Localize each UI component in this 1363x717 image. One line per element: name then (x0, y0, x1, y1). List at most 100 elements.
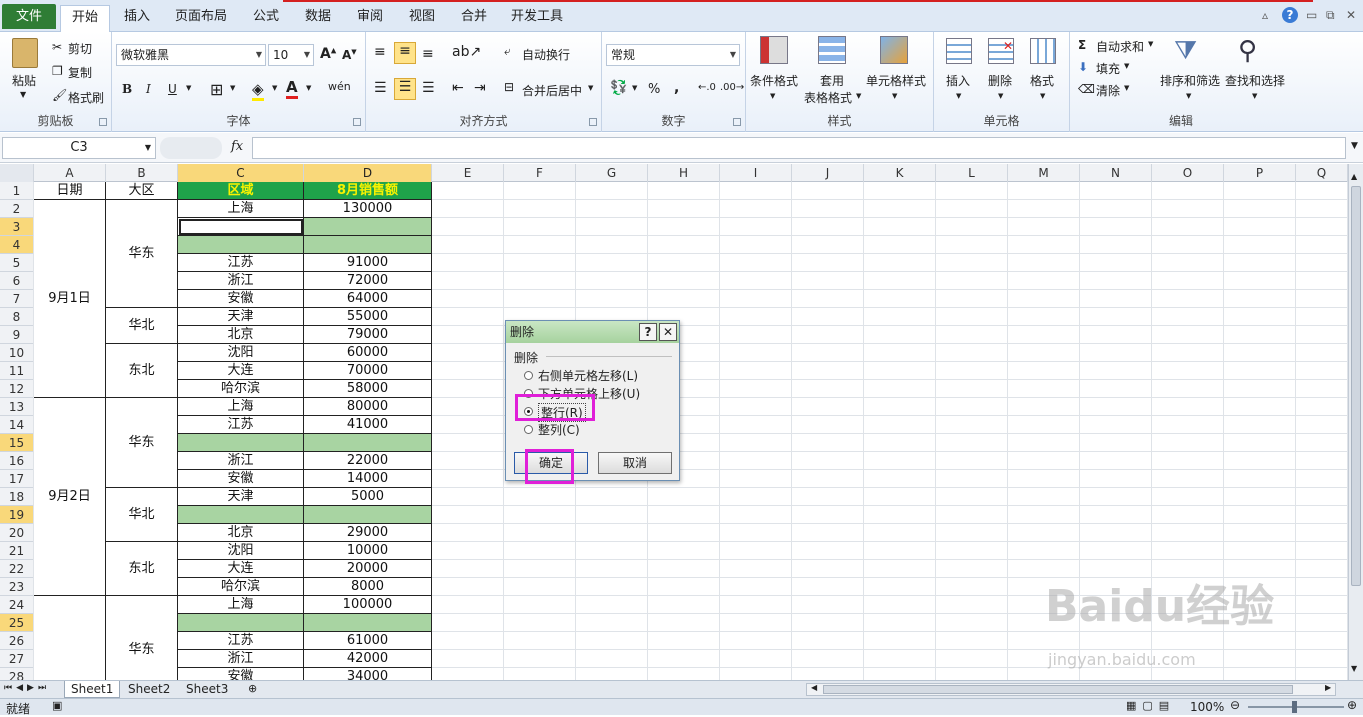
big-region-cell[interactable]: 东北 (106, 344, 178, 398)
region-cell[interactable] (178, 614, 304, 632)
merge-center-button[interactable]: 合并后居中 (522, 82, 582, 99)
sales-cell[interactable] (304, 614, 432, 632)
restore-icon[interactable]: ⧉ (1326, 8, 1335, 23)
alignment-launcher-icon[interactable] (589, 118, 597, 126)
row-header[interactable]: 16 (0, 452, 34, 470)
cut-button[interactable]: 剪切 (68, 40, 92, 57)
row-header[interactable]: 7 (0, 290, 34, 308)
sales-cell[interactable]: 10000 (304, 542, 432, 560)
vertical-scrollbar[interactable]: ▲ ▼ (1348, 164, 1363, 680)
new-sheet-icon[interactable]: ⊕ (248, 682, 257, 695)
region-cell[interactable]: 江苏 (178, 416, 304, 434)
tab-data[interactable]: 数据 (296, 5, 340, 32)
fill-button[interactable]: 填充 (1096, 60, 1120, 77)
sales-cell[interactable]: 55000 (304, 308, 432, 326)
date-cell[interactable]: 9月2日 (34, 398, 106, 596)
row-header[interactable]: 13 (0, 398, 34, 416)
header-sales[interactable]: 8月销售额 (304, 182, 432, 200)
underline-button[interactable]: U (168, 82, 177, 96)
font-launcher-icon[interactable] (353, 118, 361, 126)
sheet-nav-icons[interactable]: ⏮◀▶⏭ (4, 683, 50, 693)
row-header[interactable]: 3 (0, 218, 34, 236)
column-header[interactable]: L (936, 164, 1008, 182)
sales-cell[interactable]: 5000 (304, 488, 432, 506)
big-region-cell[interactable]: 华东 (106, 200, 178, 308)
horizontal-scrollbar[interactable]: ◀ ▶ (806, 683, 1336, 696)
chevron-down-icon[interactable]: ▼ (230, 84, 235, 92)
scroll-up-icon[interactable]: ▲ (1351, 172, 1357, 181)
big-region-cell[interactable]: 华东 (106, 398, 178, 488)
row-header[interactable]: 21 (0, 542, 34, 560)
table-format-label[interactable]: 表格格式 (804, 89, 852, 106)
region-cell[interactable]: 大连 (178, 362, 304, 380)
row-header[interactable]: 2 (0, 200, 34, 218)
region-cell[interactable]: 北京 (178, 524, 304, 542)
column-header[interactable]: P (1224, 164, 1296, 182)
column-header[interactable]: N (1080, 164, 1152, 182)
row-header[interactable]: 11 (0, 362, 34, 380)
radio-entire-column[interactable] (524, 425, 533, 434)
phonetic-icon[interactable]: wén (328, 80, 351, 93)
copy-button[interactable]: 复制 (68, 64, 92, 81)
region-cell[interactable]: 沈阳 (178, 542, 304, 560)
row-header[interactable]: 19 (0, 506, 34, 524)
align-bottom-icon[interactable]: ≡ (422, 46, 434, 62)
row-header[interactable]: 20 (0, 524, 34, 542)
scroll-down-icon[interactable]: ▼ (1351, 664, 1357, 673)
delete-button[interactable]: 删除 (988, 72, 1012, 89)
column-header[interactable]: A (34, 164, 106, 182)
sales-cell[interactable]: 91000 (304, 254, 432, 272)
zoom-out-icon[interactable]: ⊖ (1230, 698, 1240, 712)
column-header[interactable]: O (1152, 164, 1224, 182)
number-launcher-icon[interactable] (733, 118, 741, 126)
align-center-icon[interactable]: ☰ (394, 78, 416, 100)
region-cell[interactable]: 浙江 (178, 272, 304, 290)
sales-cell[interactable]: 70000 (304, 362, 432, 380)
sales-cell[interactable]: 29000 (304, 524, 432, 542)
radio-shift-left[interactable] (524, 371, 533, 380)
tab-home[interactable]: 开始 (60, 5, 110, 32)
row-header[interactable]: 27 (0, 650, 34, 668)
bold-button[interactable]: B (122, 82, 132, 96)
scroll-thumb[interactable] (1351, 186, 1361, 586)
chevron-down-icon[interactable]: ▼ (998, 92, 1003, 100)
column-header[interactable]: D (304, 164, 432, 182)
minimize-icon[interactable]: ▭ (1306, 8, 1317, 22)
region-cell[interactable]: 江苏 (178, 254, 304, 272)
date-cell[interactable]: 9月1日 (34, 200, 106, 398)
help-icon[interactable]: ? (1282, 7, 1298, 23)
chevron-down-icon[interactable]: ▼ (306, 84, 311, 92)
row-header[interactable]: 24 (0, 596, 34, 614)
table-format-button[interactable]: 套用 (820, 72, 844, 89)
chevron-down-icon[interactable]: ▼ (186, 84, 191, 92)
format-painter-button[interactable]: 格式刷 (68, 89, 104, 106)
sales-cell[interactable]: 41000 (304, 416, 432, 434)
cancel-button[interactable]: 取消 (598, 452, 672, 474)
zoom-slider-thumb[interactable] (1292, 701, 1297, 713)
increase-indent-icon[interactable]: ⇥ (474, 80, 486, 96)
column-header[interactable]: Q (1296, 164, 1348, 182)
sheet-tab-1[interactable]: Sheet1 (64, 681, 121, 698)
sales-cell[interactable]: 61000 (304, 632, 432, 650)
sales-cell[interactable]: 22000 (304, 452, 432, 470)
grow-font-icon[interactable]: A▲ (320, 46, 336, 62)
region-cell[interactable]: 哈尔滨 (178, 380, 304, 398)
row-header[interactable]: 5 (0, 254, 34, 272)
tab-view[interactable]: 视图 (400, 5, 444, 32)
shrink-font-icon[interactable]: A▼ (342, 48, 357, 62)
paste-dropdown-icon[interactable]: ▼ (20, 90, 26, 99)
header-region[interactable]: 区域 (178, 182, 304, 200)
region-cell[interactable]: 浙江 (178, 650, 304, 668)
tab-page-layout[interactable]: 页面布局 (168, 5, 234, 32)
option-entire-column-label[interactable]: 整列(C) (538, 421, 580, 438)
format-button[interactable]: 格式 (1030, 72, 1054, 89)
decrease-decimal-icon[interactable]: .00→ (720, 82, 744, 93)
region-cell[interactable] (178, 434, 304, 452)
sales-cell[interactable]: 79000 (304, 326, 432, 344)
row-header[interactable]: 8 (0, 308, 34, 326)
column-header[interactable]: K (864, 164, 936, 182)
row-header[interactable]: 17 (0, 470, 34, 488)
select-all-corner[interactable] (0, 164, 34, 182)
formula-input[interactable] (252, 137, 1346, 159)
big-region-cell[interactable]: 华北 (106, 488, 178, 542)
